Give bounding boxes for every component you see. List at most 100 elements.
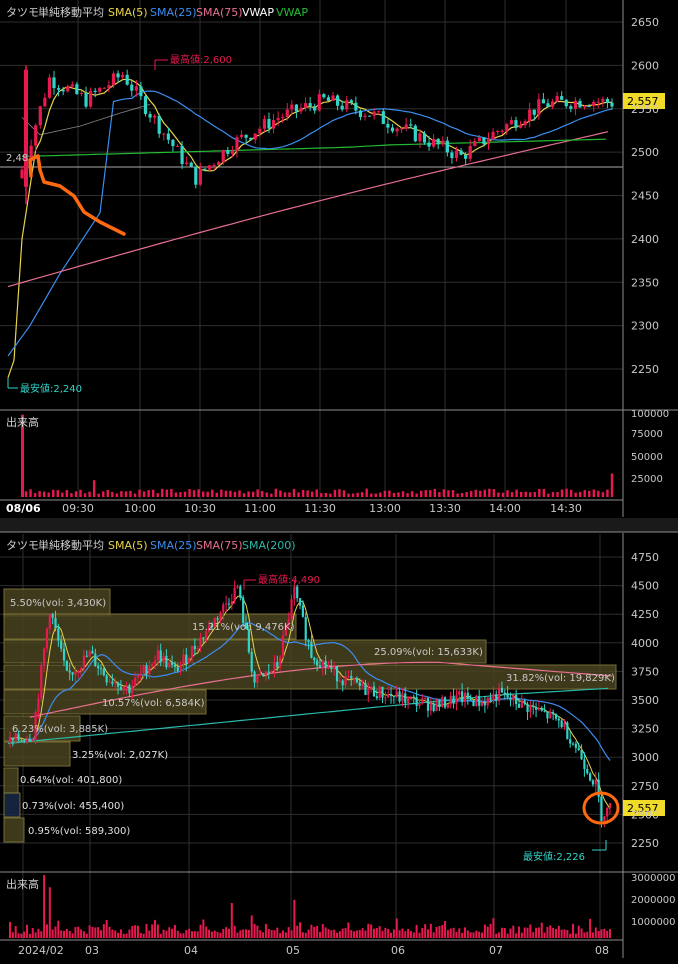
candle-body — [180, 145, 184, 165]
candle-body — [102, 668, 105, 676]
candle-body — [271, 120, 276, 129]
volume-bar — [37, 928, 40, 938]
intraday-symbol: タツモ — [6, 6, 39, 19]
candle-body — [114, 682, 117, 684]
candle-body — [401, 693, 404, 702]
y-tick-label: 2650 — [631, 16, 659, 29]
candle-body — [478, 695, 481, 706]
candle-body — [546, 103, 550, 107]
candle-body — [415, 697, 418, 706]
volume-bar — [552, 927, 555, 938]
candle-body — [230, 151, 234, 154]
volume-bar — [475, 930, 478, 938]
candle-body — [435, 700, 438, 712]
volume-bar — [105, 919, 108, 938]
volume-bar — [306, 490, 309, 497]
candle-body — [518, 125, 523, 128]
volume-bar — [458, 928, 461, 938]
volume-bar — [11, 932, 14, 938]
candle-body — [136, 675, 140, 678]
date-tick-label: 2024/02 — [18, 944, 64, 957]
volume-bar — [479, 490, 482, 497]
candle-body — [537, 99, 541, 115]
volume-bar — [192, 490, 196, 497]
candle-body — [375, 696, 378, 699]
candle-body — [270, 670, 273, 673]
volume-bar — [165, 489, 169, 497]
candle-body — [364, 683, 367, 695]
candle-body — [523, 121, 527, 126]
volume-bar — [247, 491, 250, 497]
volume-bar — [173, 924, 176, 938]
volume-bar — [147, 490, 150, 497]
candle-body — [580, 750, 583, 760]
candle-body — [464, 154, 468, 159]
candle-body — [489, 697, 492, 701]
candle-body — [349, 100, 353, 103]
volume-bar — [77, 926, 80, 938]
daily-legend-sma75: SMA(75) — [196, 539, 243, 552]
volume-bar — [503, 927, 506, 938]
candle-body — [99, 668, 103, 670]
candle-body — [384, 697, 387, 699]
candle-body — [395, 691, 398, 697]
volume-bar — [594, 927, 597, 938]
candle-body — [512, 694, 515, 701]
y-tick-label: 2600 — [631, 59, 659, 72]
volume-bar — [23, 931, 26, 938]
volume-bar — [182, 933, 185, 938]
candle-body — [285, 109, 289, 118]
volume-bar — [557, 925, 560, 938]
volume-bar — [247, 929, 250, 938]
candle-body — [253, 133, 257, 140]
date-tick-label: 08 — [595, 944, 609, 957]
candle-body — [23, 740, 26, 742]
volume-bar — [498, 932, 501, 938]
volume-bar — [151, 489, 155, 497]
volume-bar — [538, 488, 541, 497]
time-tick-label: 13:00 — [369, 502, 401, 515]
volume-bar — [33, 493, 37, 497]
y-tick-label: 4250 — [631, 608, 659, 621]
volume-bar — [461, 933, 464, 938]
candle-body — [198, 168, 202, 185]
time-tick-label: 11:00 — [244, 502, 276, 515]
candle-body — [601, 98, 605, 102]
volume-bar — [108, 926, 111, 938]
volume-bar — [106, 489, 109, 497]
candle-body — [443, 697, 447, 708]
candle-body — [496, 131, 500, 133]
volume-bar — [591, 932, 594, 938]
legend-sma25: SMA(25) — [150, 6, 197, 19]
date-tick-label: 04 — [184, 944, 198, 957]
volume-bar — [97, 493, 100, 497]
candle-body — [571, 743, 575, 745]
candle-body — [392, 695, 395, 697]
candle-body — [25, 739, 29, 742]
candle-body — [61, 89, 65, 92]
volume-bar — [94, 927, 97, 938]
candle-body — [497, 687, 501, 702]
time-tick-label: 10:00 — [124, 502, 156, 515]
candle-body — [185, 162, 189, 165]
candle-body — [256, 674, 259, 683]
candle-body — [441, 697, 444, 707]
volume-bar — [227, 928, 230, 938]
volume-bar — [301, 489, 305, 497]
candle-body — [534, 707, 538, 710]
volume-bar — [296, 925, 299, 938]
volume-bar — [370, 493, 373, 497]
candle-body — [418, 133, 422, 142]
candle-body — [175, 145, 180, 147]
volume-bar — [299, 922, 302, 938]
candle-body — [378, 686, 381, 699]
candle-body — [24, 69, 28, 187]
candle-body — [91, 651, 94, 654]
candle-body — [130, 84, 134, 91]
volume-bar — [264, 923, 267, 938]
candle-body — [54, 617, 57, 629]
candle-body — [20, 169, 24, 179]
volume-bar — [102, 491, 105, 497]
candle-body — [532, 109, 536, 115]
volume-bar — [606, 930, 609, 938]
